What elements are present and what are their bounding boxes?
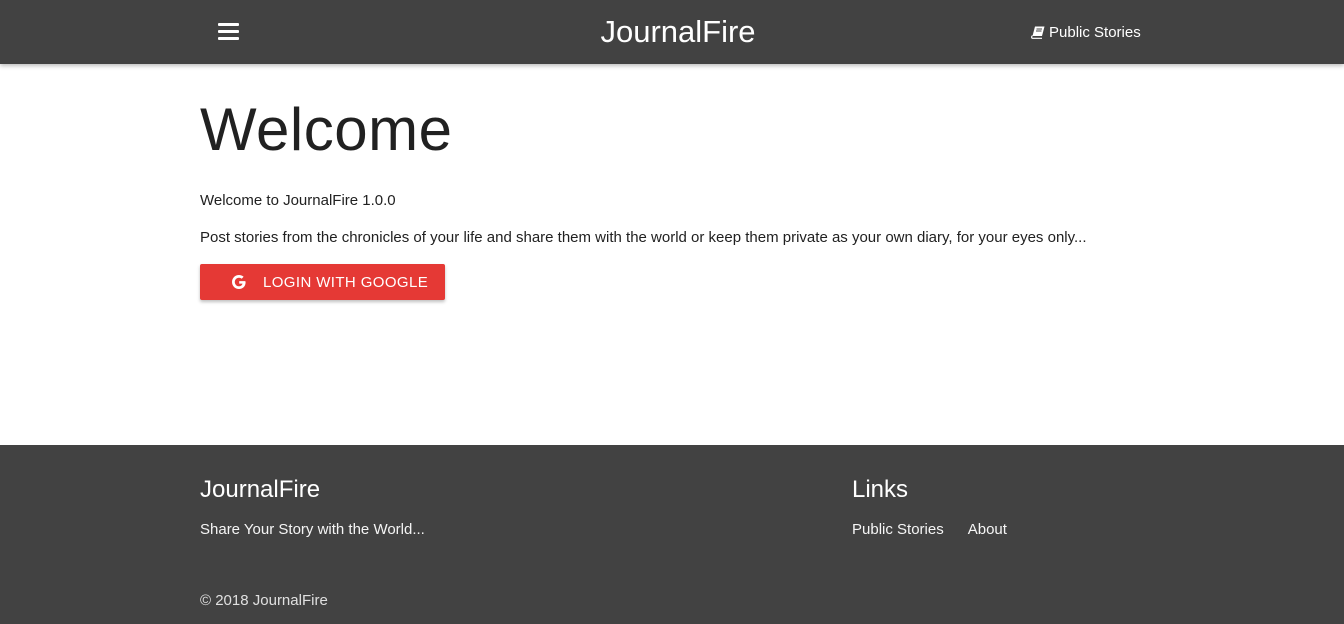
- footer-links-title: Links: [852, 476, 909, 503]
- version-text: Welcome to JournalFire 1.0.0: [200, 192, 396, 209]
- login-button-label: LOGIN WITH GOOGLE: [263, 273, 429, 291]
- google-icon: [232, 275, 246, 289]
- footer-slogan: Share Your Story with the World...: [200, 521, 425, 538]
- book-icon: [1031, 26, 1045, 39]
- login-with-google-button[interactable]: LOGIN WITH GOOGLE: [200, 264, 445, 300]
- page-title: Welcome: [200, 96, 453, 163]
- top-navbar: JournalFire Public Stories: [0, 0, 1344, 64]
- brand-logo-link[interactable]: JournalFire: [0, 12, 1344, 52]
- copyright-text: © 2018 JournalFire: [200, 592, 328, 609]
- footer-link-about[interactable]: About: [968, 520, 1007, 540]
- public-stories-nav-link[interactable]: Public Stories: [1031, 20, 1141, 44]
- footer-links: Public Stories About: [852, 520, 1007, 540]
- public-stories-label: Public Stories: [1049, 23, 1141, 41]
- footer-link-public-stories[interactable]: Public Stories: [852, 520, 944, 540]
- description-text: Post stories from the chronicles of your…: [200, 229, 1087, 246]
- footer-brand: JournalFire: [200, 476, 321, 503]
- page-footer: JournalFire Share Your Story with the Wo…: [0, 445, 1344, 624]
